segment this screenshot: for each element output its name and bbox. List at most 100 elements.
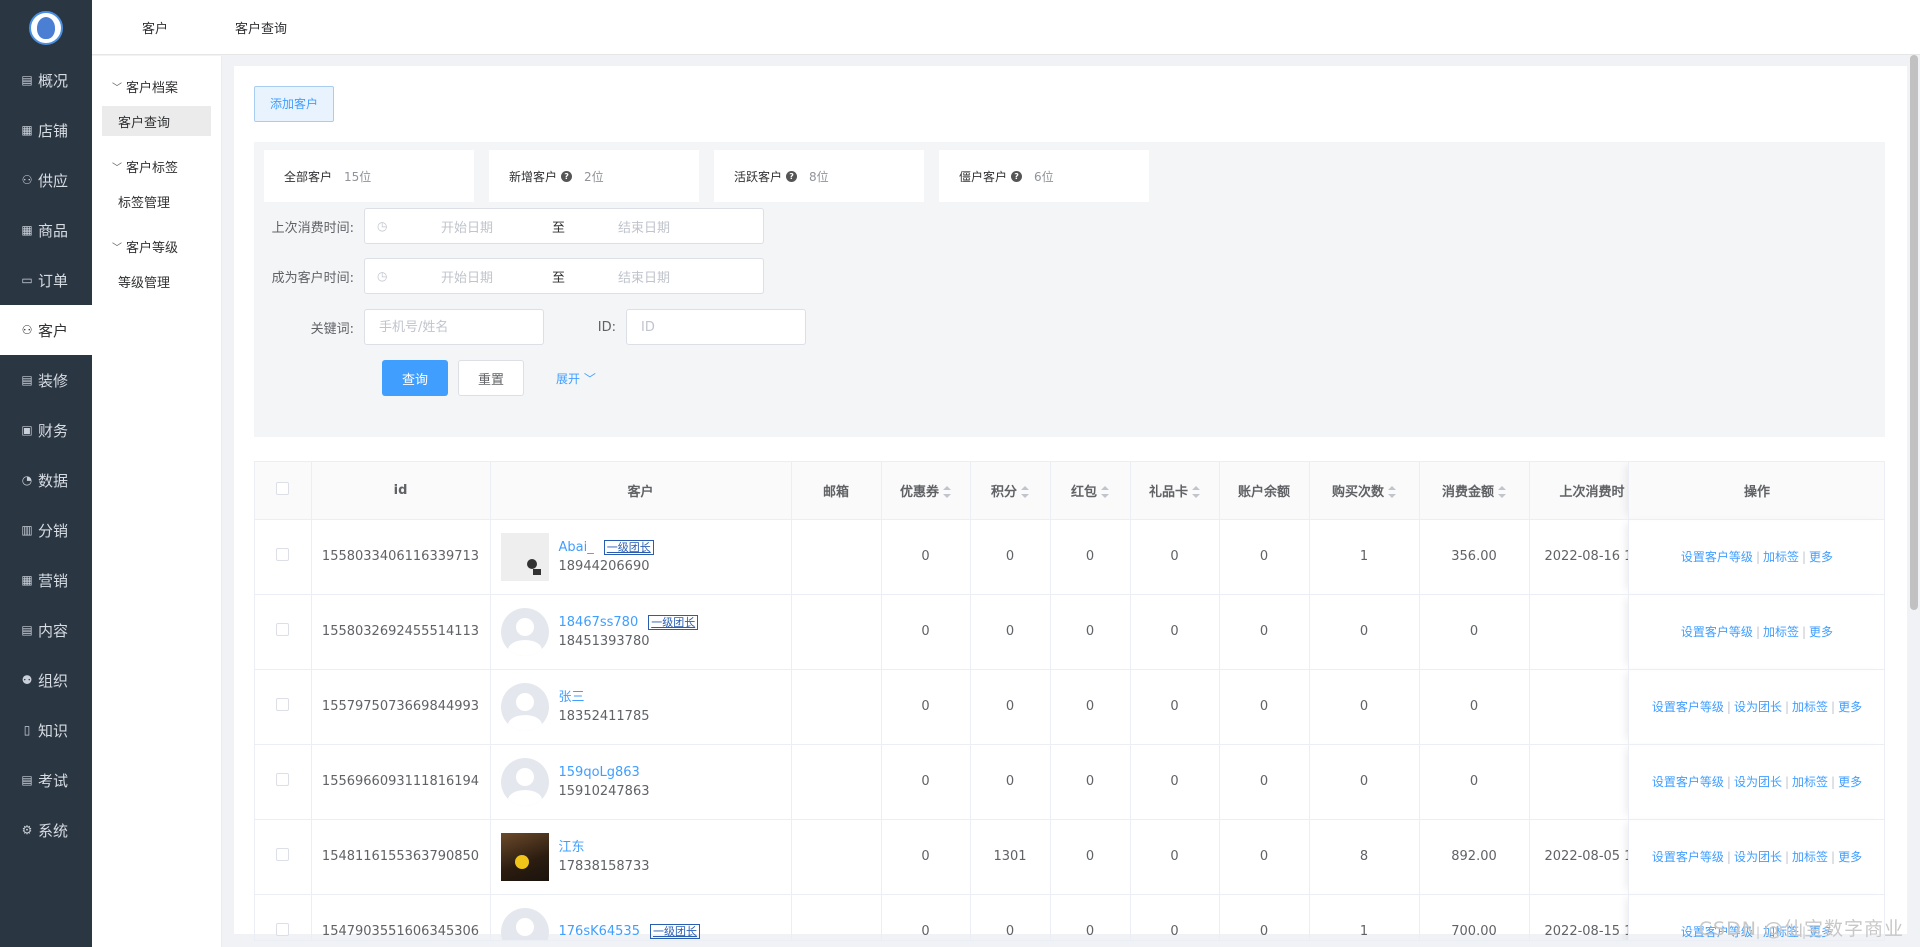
buy-count-cell: 0 — [1309, 744, 1420, 820]
clock-icon: ◷ — [377, 269, 388, 283]
become-customer-date-range[interactable]: ◷ 开始日期 至 结束日期 — [364, 258, 764, 294]
row-action-link[interactable]: 更多 — [1838, 775, 1862, 789]
sidebar-item[interactable]: ▣ 财务 — [0, 405, 92, 455]
id-input[interactable] — [626, 309, 806, 345]
coupon-cell: 0 — [881, 519, 971, 595]
subnav-item-customer-query[interactable]: 客户查询 — [102, 106, 211, 136]
page-scrollbar[interactable] — [1910, 55, 1918, 610]
sidebar-item-label: 数据 — [38, 471, 69, 490]
last-consume-date-range[interactable]: ◷ 开始日期 至 结束日期 — [364, 208, 764, 244]
search-button[interactable]: 查询 — [382, 360, 448, 396]
customer-name-link[interactable]: 张三 — [559, 690, 585, 705]
sidebar-item[interactable]: ◔ 数据 — [0, 455, 92, 505]
email-cell — [791, 819, 882, 895]
grid-icon: ▦ — [21, 223, 33, 237]
col-amount[interactable]: 消费金额 — [1419, 462, 1530, 520]
sort-icon[interactable] — [1021, 486, 1029, 499]
row-action-link[interactable]: 更多 — [1838, 850, 1862, 864]
filter-area: 全部客户 15位 新增客户? 2位 活跃客户? 8位 僵户客户? 6位 上次消费时间: ◷ 开… — [254, 142, 1885, 437]
subnav-item-tag-manage[interactable]: 标签管理 — [102, 186, 211, 216]
buy-count-cell: 0 — [1309, 594, 1420, 670]
col-buy-count[interactable]: 购买次数 — [1309, 462, 1420, 520]
sort-icon[interactable] — [1498, 486, 1506, 499]
stat-card[interactable]: 全部客户 15位 — [264, 150, 474, 202]
select-all-checkbox[interactable] — [276, 481, 290, 495]
stat-card[interactable]: 僵户客户? 6位 — [939, 150, 1149, 202]
row-action-link[interactable]: 设置客户等级 — [1681, 625, 1753, 639]
sidebar-item[interactable]: ⚇ 客户 — [0, 305, 92, 355]
stat-card[interactable]: 新增客户? 2位 — [489, 150, 699, 202]
row-checkbox[interactable] — [276, 548, 290, 561]
buy-count-cell: 8 — [1309, 819, 1420, 895]
row-action-link[interactable]: 更多 — [1838, 700, 1862, 714]
col-gift-card[interactable]: 礼品卡 — [1130, 462, 1220, 520]
help-icon[interactable]: ? — [1011, 170, 1023, 182]
row-action-link[interactable]: 设为团长 — [1734, 775, 1782, 789]
row-action-link[interactable]: 设置客户等级 — [1681, 550, 1753, 564]
sidebar-item[interactable]: ⚙ 系统 — [0, 805, 92, 855]
row-checkbox[interactable] — [276, 848, 290, 861]
col-points[interactable]: 积分 — [970, 462, 1051, 520]
tab-customer[interactable]: 客户 — [142, 18, 168, 37]
row-action-link[interactable]: 加标签 — [1763, 625, 1799, 639]
row-action-link[interactable]: 设为团长 — [1734, 850, 1782, 864]
stat-card[interactable]: 活跃客户? 8位 — [714, 150, 924, 202]
help-icon[interactable]: ? — [561, 170, 573, 182]
col-coupon[interactable]: 优惠券 — [881, 462, 971, 520]
keyword-row: 关键词: ID: — [264, 309, 806, 345]
sidebar-item[interactable]: ▤ 概况 — [0, 55, 92, 105]
range-separator: 至 — [552, 220, 566, 236]
expand-link[interactable]: 展开 ﹀ — [556, 370, 596, 387]
sidebar-item[interactable]: ▦ 商品 — [0, 205, 92, 255]
sort-icon[interactable] — [1192, 486, 1200, 499]
row-action-link[interactable]: 设置客户等级 — [1652, 850, 1724, 864]
row-checkbox[interactable] — [276, 623, 290, 636]
row-action-link[interactable]: 更多 — [1809, 550, 1833, 564]
row-checkbox[interactable] — [276, 923, 290, 936]
col-red-packet[interactable]: 红包 — [1050, 462, 1131, 520]
sidebar-item[interactable]: ⚉ 组织 — [0, 655, 92, 705]
sidebar-item[interactable]: ▤ 内容 — [0, 605, 92, 655]
row-action-link[interactable]: 更多 — [1809, 625, 1833, 639]
customer-name-link[interactable]: 江东 — [559, 840, 585, 855]
row-action-link[interactable]: 设置客户等级 — [1652, 700, 1724, 714]
app-logo[interactable] — [0, 0, 92, 55]
row-checkbox[interactable] — [276, 773, 290, 786]
row-action-link[interactable]: 加标签 — [1792, 850, 1828, 864]
row-action-link[interactable]: 设为团长 — [1734, 700, 1782, 714]
points-cell: 0 — [970, 594, 1051, 670]
subnav-group-archive[interactable]: ﹀ 客户档案 — [92, 66, 221, 106]
sub-nav: ﹀ 客户档案 客户查询 ﹀ 客户标签 标签管理 ﹀ 客户等级 等级管理 — [92, 56, 222, 947]
keyword-input[interactable] — [364, 309, 544, 345]
customer-name-link[interactable]: Abai_ — [559, 540, 594, 555]
sidebar-item[interactable]: ⚇ 供应 — [0, 155, 92, 205]
subnav-group-tags[interactable]: ﹀ 客户标签 — [92, 146, 221, 186]
subnav-group-levels[interactable]: ﹀ 客户等级 — [92, 226, 221, 266]
customer-name-link[interactable]: 176sK64535 — [559, 924, 640, 939]
reset-button[interactable]: 重置 — [458, 360, 524, 396]
row-checkbox[interactable] — [276, 698, 290, 711]
customer-cell: Abai_ 一级团长 18944206690 — [490, 519, 792, 595]
sidebar-item[interactable]: ▦ 店铺 — [0, 105, 92, 155]
sort-icon[interactable] — [1101, 486, 1109, 499]
sidebar-item[interactable]: ▦ 营销 — [0, 555, 92, 605]
sort-icon[interactable] — [943, 486, 951, 499]
row-action-link[interactable]: 加标签 — [1792, 775, 1828, 789]
subnav-item-level-manage[interactable]: 等级管理 — [102, 266, 211, 296]
buy-count-cell: 1 — [1309, 894, 1420, 940]
row-action-link[interactable]: 设置客户等级 — [1652, 775, 1724, 789]
sidebar-item[interactable]: ▤ 考试 — [0, 755, 92, 805]
sidebar-item[interactable]: ▭ 订单 — [0, 255, 92, 305]
sidebar-item[interactable]: ▤ 装修 — [0, 355, 92, 405]
customer-name-link[interactable]: 159qoLg863 — [559, 765, 640, 780]
row-action-link[interactable]: 加标签 — [1763, 550, 1799, 564]
sort-icon[interactable] — [1388, 486, 1396, 499]
customer-name-link[interactable]: 18467ss780 — [559, 615, 639, 630]
row-action-link[interactable]: 加标签 — [1792, 700, 1828, 714]
tab-customer-query[interactable]: 客户查询 — [235, 18, 287, 37]
help-icon[interactable]: ? — [786, 170, 798, 182]
sidebar-item[interactable]: ▥ 分销 — [0, 505, 92, 555]
add-customer-button[interactable]: 添加客户 — [254, 86, 335, 122]
sidebar-item[interactable]: ▯ 知识 — [0, 705, 92, 755]
ops-cell: 设置客户等级 | 设为团长 | 加标签 | 更多 — [1628, 669, 1884, 745]
